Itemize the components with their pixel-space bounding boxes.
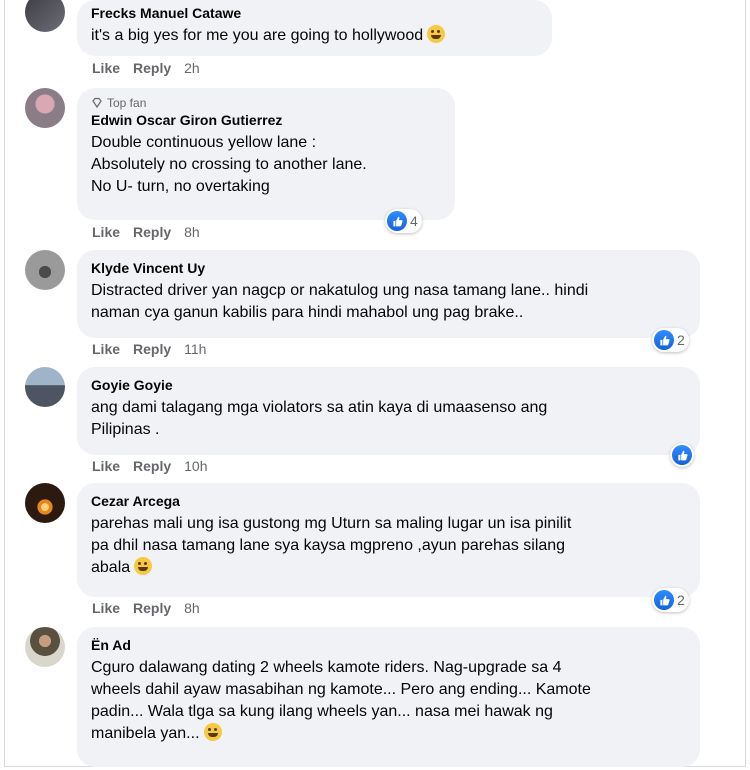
like-button[interactable]: Like — [92, 458, 120, 474]
comment-author[interactable]: Frecks Manuel Catawe — [91, 4, 538, 22]
comment-text-line-3: manibela yan... — [91, 725, 200, 742]
comment-text-line-2: padin... Wala tlga sa kung ilang wheels … — [91, 703, 553, 720]
comment-text-line-1: Absolutely no crossing to another lane. — [91, 156, 367, 173]
like-reaction-icon — [654, 330, 674, 350]
top-fan-badge: Top fan — [91, 95, 441, 111]
comment-author[interactable]: Klyde Vincent Uy — [91, 259, 686, 277]
comment-timestamp[interactable]: 10h — [184, 458, 207, 474]
like-button[interactable]: Like — [92, 60, 120, 76]
laughing-emoji-icon — [203, 723, 222, 741]
like-reaction-icon — [654, 590, 674, 610]
avatar[interactable] — [25, 88, 65, 128]
comment-text-line-0: ang dami talagang mga violators sa atin … — [91, 399, 548, 416]
comment-author[interactable]: Goyie Goyie — [91, 376, 686, 394]
comment-text-line-0: Distracted driver yan nagcp or nakatulog… — [91, 282, 589, 299]
comment-bubble: Top fan Edwin Oscar Giron Gutierrez Doub… — [77, 88, 455, 220]
reply-button[interactable]: Reply — [133, 341, 171, 357]
comment-bubble: Goyie Goyie ang dami talagang mga violat… — [77, 367, 700, 455]
comment-timestamp[interactable]: 8h — [184, 600, 200, 616]
comment-timestamp[interactable]: 2h — [184, 60, 200, 76]
avatar[interactable] — [25, 627, 65, 667]
comment-text-line: abala — [91, 557, 686, 579]
avatar[interactable] — [25, 250, 65, 290]
reaction-count-value: 2 — [677, 332, 685, 348]
comment-actions: Like Reply 8h — [92, 600, 200, 616]
avatar[interactable] — [25, 367, 65, 407]
comment-author[interactable]: Edwin Oscar Giron Gutierrez — [91, 111, 441, 129]
comment-bubble: Frecks Manuel Catawe it's a big yes for … — [77, 0, 552, 56]
comment-bubble: Klyde Vincent Uy Distracted driver yan n… — [77, 250, 700, 338]
diamond-icon — [92, 97, 102, 109]
comment-author[interactable]: Ën Ad — [91, 636, 686, 654]
like-reaction-icon — [387, 211, 407, 231]
comment-text: parehas mali ung isa gustong mg Uturn sa… — [91, 513, 686, 579]
reply-button[interactable]: Reply — [133, 458, 171, 474]
comment-text-line-0: Double continuous yellow lane : — [91, 134, 317, 151]
comment-actions: Like Reply 11h — [92, 341, 206, 357]
comment-actions: Like Reply 8h — [92, 224, 200, 240]
avatar[interactable] — [25, 483, 65, 523]
comment-text-line-2: No U- turn, no overtaking — [91, 178, 270, 195]
reaction-count[interactable]: 2 — [652, 328, 689, 352]
comment-text-line-2: abala — [91, 559, 131, 576]
reaction-count[interactable] — [670, 443, 694, 467]
like-button[interactable]: Like — [92, 600, 120, 616]
comment-author[interactable]: Cezar Arcega — [91, 492, 686, 510]
comment-bubble: Cezar Arcega parehas mali ung isa guston… — [77, 483, 700, 597]
reply-button[interactable]: Reply — [133, 600, 171, 616]
comment-text-line-1: Pilipinas . — [91, 421, 160, 438]
comment-text: ang dami talagang mga violators sa atin … — [91, 397, 686, 441]
comment-bubble: Ën Ad Cguro dalawang dating 2 wheels kam… — [77, 627, 700, 767]
comment-text: Cguro dalawang dating 2 wheels kamote ri… — [91, 657, 686, 745]
like-button[interactable]: Like — [92, 341, 120, 357]
comment-text-line-0: Cguro dalawang dating 2 wheels kamote ri… — [91, 659, 562, 676]
reaction-count-value: 4 — [410, 213, 418, 229]
reaction-count[interactable]: 4 — [385, 209, 422, 233]
comment-text: it's a big yes for me you are going to h… — [91, 25, 538, 47]
reply-button[interactable]: Reply — [133, 60, 171, 76]
avatar[interactable] — [25, 0, 65, 32]
comment-text-line-1: naman cya ganun kabilis para hindi mahab… — [91, 304, 524, 321]
comment-text-line: it's a big yes for me you are going to h… — [91, 25, 538, 47]
comment-actions: Like Reply 10h — [92, 458, 208, 474]
top-fan-label: Top fan — [107, 96, 147, 110]
comments-panel: Frecks Manuel Catawe it's a big yes for … — [4, 0, 746, 767]
like-button[interactable]: Like — [92, 224, 120, 240]
comment-text: Distracted driver yan nagcp or nakatulog… — [91, 280, 686, 324]
laughing-emoji-icon — [427, 25, 446, 43]
comment-text-line-1: pa dhil nasa tamang lane sya kaysa mgpre… — [91, 537, 566, 554]
comment-timestamp[interactable]: 8h — [184, 224, 200, 240]
laughing-emoji-icon — [134, 557, 153, 575]
comment-text-line-1: wheels dahil ayaw masabihan ng kamote...… — [91, 681, 591, 698]
comment-text-line-0: it's a big yes for me you are going to h… — [91, 27, 424, 44]
comment-actions: Like Reply 2h — [92, 60, 200, 76]
reaction-count-value: 2 — [677, 592, 685, 608]
comment-text-line-0: parehas mali ung isa gustong mg Uturn sa… — [91, 515, 572, 532]
comment-text-line: manibela yan... — [91, 723, 686, 745]
comment-timestamp[interactable]: 11h — [184, 341, 206, 357]
reaction-count[interactable]: 2 — [652, 588, 689, 612]
reply-button[interactable]: Reply — [133, 224, 171, 240]
like-reaction-icon — [672, 445, 692, 465]
comment-text: Double continuous yellow lane : Absolute… — [91, 132, 441, 198]
